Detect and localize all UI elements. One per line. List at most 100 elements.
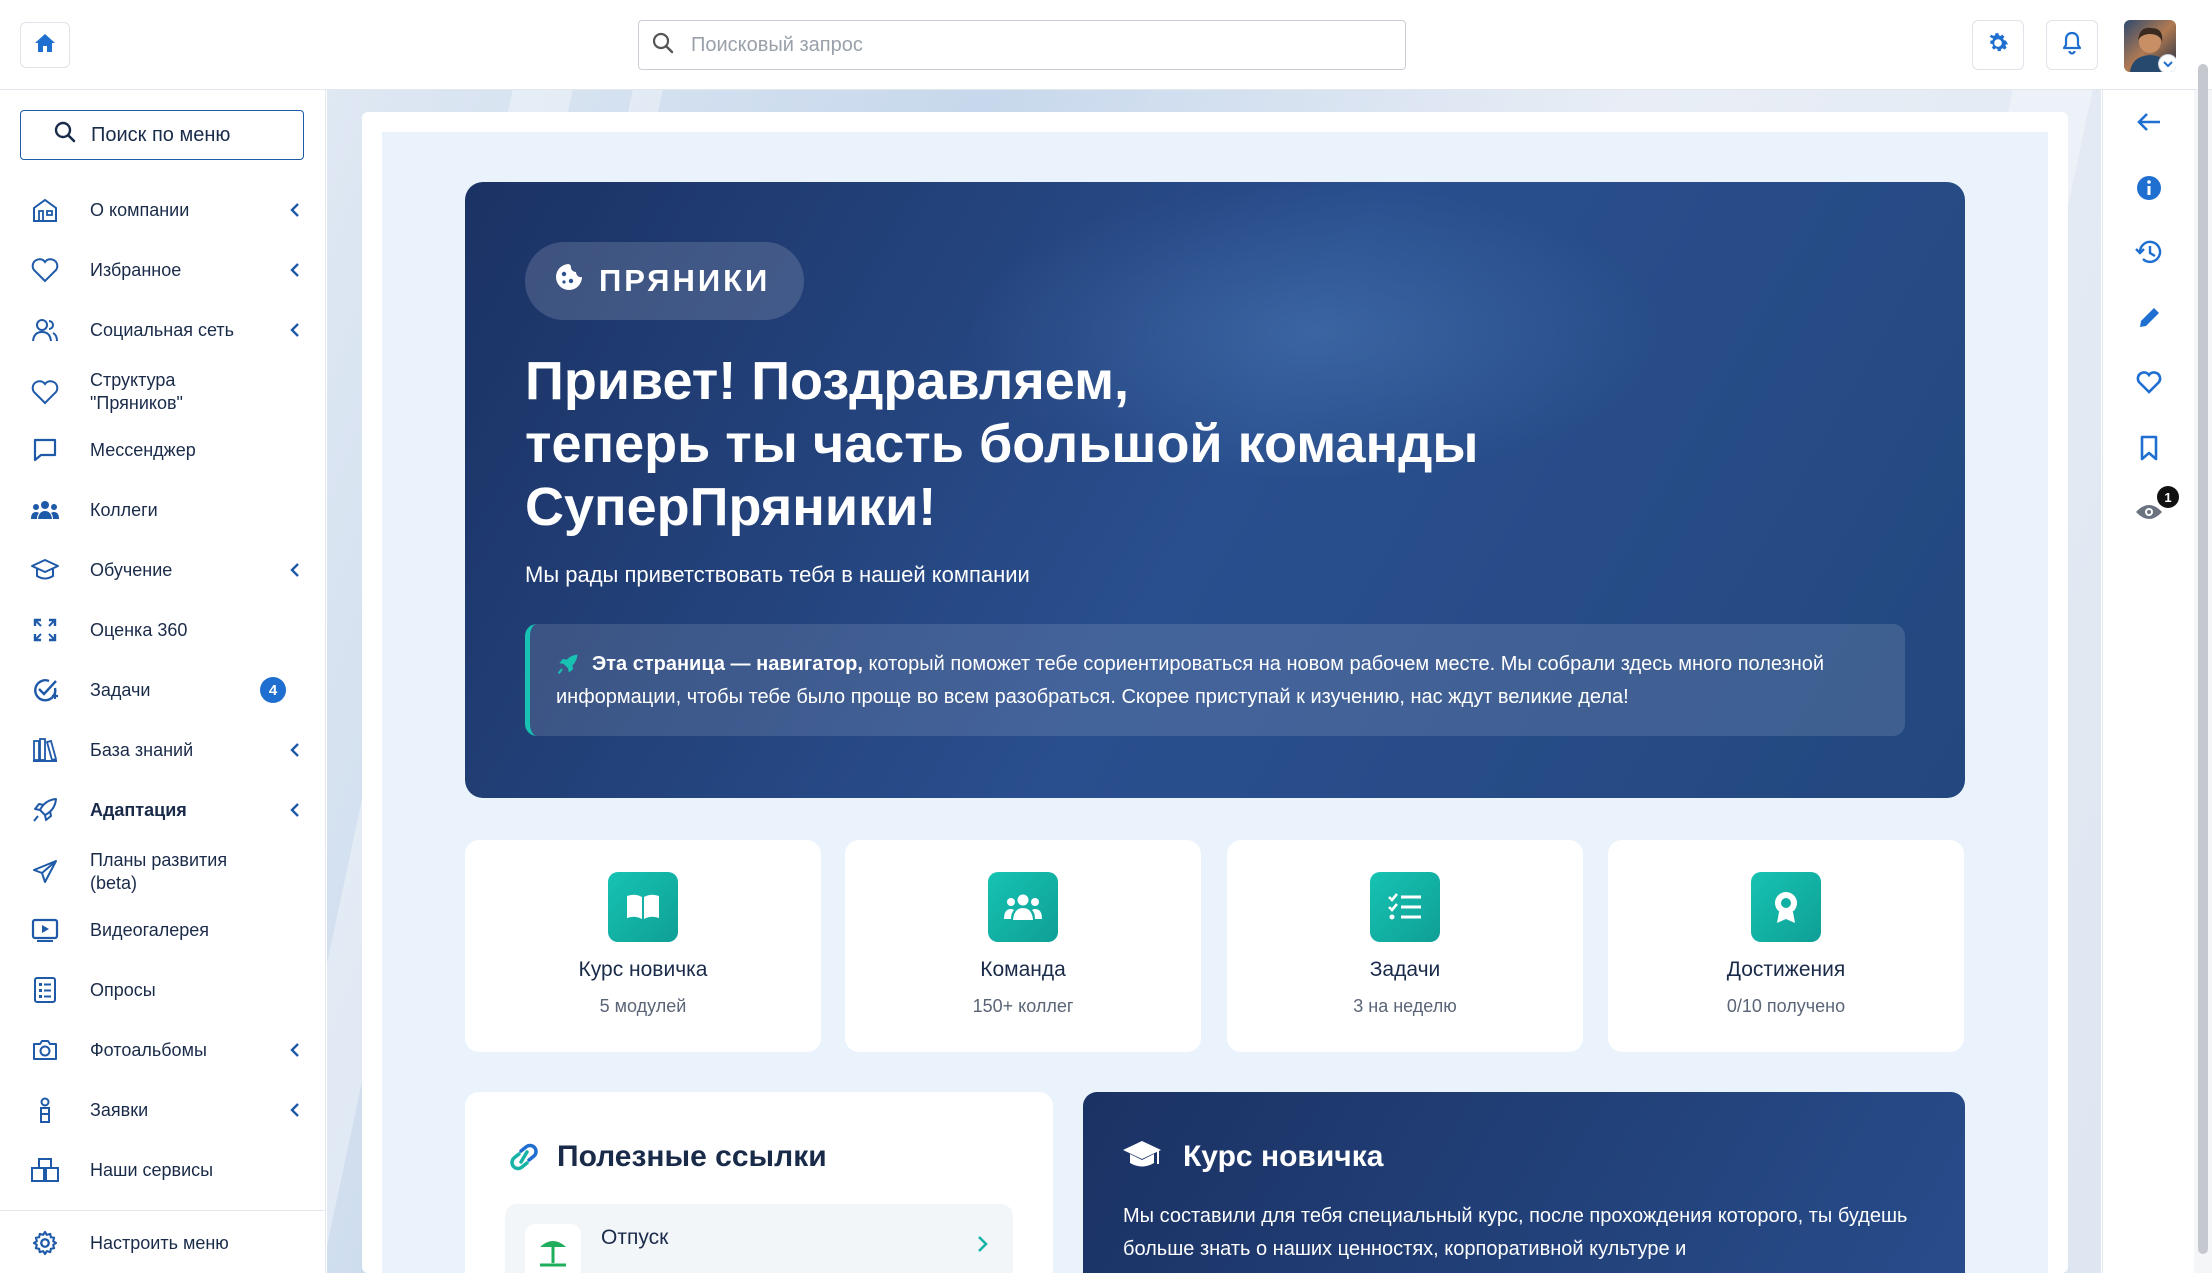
sidebar-item-knowledge-base[interactable]: База знаний — [0, 722, 326, 778]
chevron-left-icon — [284, 1039, 306, 1061]
chevron-left-icon — [284, 259, 306, 281]
award-icon — [1751, 872, 1821, 942]
sidebar-item-about-company[interactable]: О компании — [0, 182, 326, 238]
sidebar-item-adaptation[interactable]: Адаптация — [0, 782, 326, 838]
hero-title-line: СуперПряники! — [525, 477, 937, 537]
scrollbar-thumb[interactable] — [2198, 64, 2208, 1254]
search-input[interactable] — [691, 33, 1371, 57]
home-icon — [33, 31, 57, 60]
sidebar-item-label: Обучение — [90, 559, 173, 580]
sidebar-item-label: База знаний — [90, 739, 194, 760]
sidebar-item-education[interactable]: Обучение — [0, 542, 326, 598]
menu-search-button[interactable]: Поиск по меню — [20, 110, 304, 160]
sidebar-item-social-network[interactable]: Социальная сеть — [0, 302, 326, 358]
notifications-button[interactable] — [2046, 20, 2098, 70]
sidebar-item-label: О компании — [90, 199, 190, 220]
link-item-vacation[interactable]: Отпуск — [505, 1204, 1013, 1273]
graduation-cap-icon — [1121, 1138, 1163, 1177]
survey-icon — [30, 975, 60, 1005]
sidebar-item-evaluation-360[interactable]: Оценка 360 — [0, 602, 326, 658]
paper-plane-icon — [30, 857, 60, 887]
stat-card-team[interactable]: Команда 150+ коллег — [845, 840, 1201, 1052]
useful-links-card: Полезные ссылки Отпуск — [465, 1092, 1053, 1273]
global-search[interactable] — [638, 20, 1406, 70]
search-icon — [639, 31, 675, 60]
sidebar-item-colleagues[interactable]: Коллеги — [0, 482, 326, 538]
back-arrow-icon[interactable] — [2133, 106, 2165, 138]
sidebar-divider — [0, 1210, 326, 1211]
newbie-course-card[interactable]: Курс новичка Мы составили для тебя специ… — [1083, 1092, 1965, 1273]
sidebar-item-label: Мессенджер — [90, 439, 196, 460]
user-avatar[interactable] — [2124, 20, 2176, 72]
search-icon — [35, 120, 77, 150]
sidebar-item-our-services[interactable]: Наши сервисы — [0, 1142, 326, 1198]
brand-pill-label: ПРЯНИКИ — [599, 263, 771, 298]
boxes-icon — [30, 1155, 60, 1185]
sidebar-item-label: Коллеги — [90, 499, 158, 520]
video-icon — [30, 915, 60, 945]
configure-menu-label: Настроить меню — [90, 1232, 229, 1253]
sidebar-item-label: Фотоальбомы — [90, 1039, 207, 1060]
sidebar-item-tasks[interactable]: Задачи 4 — [0, 662, 326, 718]
useful-links-title: Полезные ссылки — [557, 1140, 827, 1173]
menu-search-label: Поиск по меню — [91, 123, 231, 146]
hero-note-text: Эта страница — навигатор, который поможе… — [556, 648, 1876, 714]
sidebar-item-label: Наши сервисы — [90, 1159, 214, 1180]
sidebar-item-development-plans[interactable]: Планы развития (beta) — [0, 842, 326, 902]
camera-icon — [30, 1035, 60, 1065]
sidebar-item-surveys[interactable]: Опросы — [0, 962, 326, 1018]
welcome-hero: ПРЯНИКИ Привет! Поздравляем, теперь ты ч… — [465, 182, 1965, 798]
tasks-count-badge: 4 — [260, 677, 286, 703]
sidebar-item-label: Опросы — [90, 979, 156, 1000]
gear-icon — [1985, 30, 2011, 61]
hero-title-line: Привет! Поздравляем, — [525, 351, 1130, 411]
stat-card-tasks[interactable]: Задачи 3 на неделю — [1227, 840, 1583, 1052]
sidebar-menu: Поиск по меню О компании Избранное Социа… — [0, 90, 326, 1273]
sidebar-item-label: Заявки — [90, 1099, 149, 1120]
hero-note-bold: Эта страница — навигатор, — [592, 653, 863, 675]
hero-navigator-note: Эта страница — навигатор, который поможе… — [525, 624, 1905, 736]
people-icon — [30, 315, 60, 345]
history-icon[interactable] — [2133, 236, 2165, 268]
chevron-left-icon — [284, 1099, 306, 1121]
course-description: Мы составили для тебя специальный курс, … — [1123, 1205, 1908, 1260]
settings-button[interactable] — [1972, 20, 2024, 70]
stat-subtitle: 5 модулей — [599, 996, 687, 1016]
sidebar-item-label: Видеогалерея — [90, 919, 210, 940]
sidebar-item-messenger[interactable]: Мессенджер — [0, 422, 326, 478]
top-bar — [0, 0, 2212, 90]
stat-subtitle: 150+ коллег — [972, 996, 1074, 1016]
checklist-icon — [1370, 872, 1440, 942]
sidebar-item-label: Структура "Пряников" — [90, 370, 183, 413]
sidebar-item-video-gallery[interactable]: Видеогалерея — [0, 902, 326, 958]
chat-icon — [30, 435, 60, 465]
sidebar-item-requests[interactable]: Заявки — [0, 1082, 326, 1138]
bookmark-icon[interactable] — [2133, 432, 2165, 464]
chevron-down-icon — [2158, 54, 2176, 72]
expand-icon — [30, 615, 60, 645]
stat-card-course[interactable]: Курс новичка 5 модулей — [465, 840, 821, 1052]
sidebar-item-structure[interactable]: Структура "Пряников" — [0, 362, 326, 422]
sidebar-item-label: Задачи — [90, 679, 151, 700]
team-icon — [988, 872, 1058, 942]
chevron-right-icon — [975, 1232, 991, 1261]
home-button[interactable] — [20, 22, 70, 68]
stat-title: Команда — [980, 958, 1066, 981]
views-count-badge: 1 — [2157, 486, 2179, 508]
sidebar-configure-menu[interactable]: Настроить меню — [0, 1215, 326, 1271]
request-icon — [30, 1095, 60, 1125]
hero-title-line: теперь ты часть большой команды — [525, 414, 1479, 474]
edit-icon[interactable] — [2133, 302, 2165, 334]
sidebar-item-label: Адаптация — [90, 799, 187, 820]
sidebar-item-favorites[interactable]: Избранное — [0, 242, 326, 298]
heart-icon[interactable] — [2133, 366, 2165, 398]
chevron-left-icon — [284, 559, 306, 581]
books-icon — [30, 735, 60, 765]
gear-icon — [30, 1228, 60, 1258]
stat-card-achievements[interactable]: Достижения 0/10 получено — [1608, 840, 1964, 1052]
info-icon[interactable] — [2133, 172, 2165, 204]
graduation-cap-icon — [30, 555, 60, 585]
heart-icon — [30, 255, 60, 285]
chevron-left-icon — [284, 199, 306, 221]
sidebar-item-photo-albums[interactable]: Фотоальбомы — [0, 1022, 326, 1078]
